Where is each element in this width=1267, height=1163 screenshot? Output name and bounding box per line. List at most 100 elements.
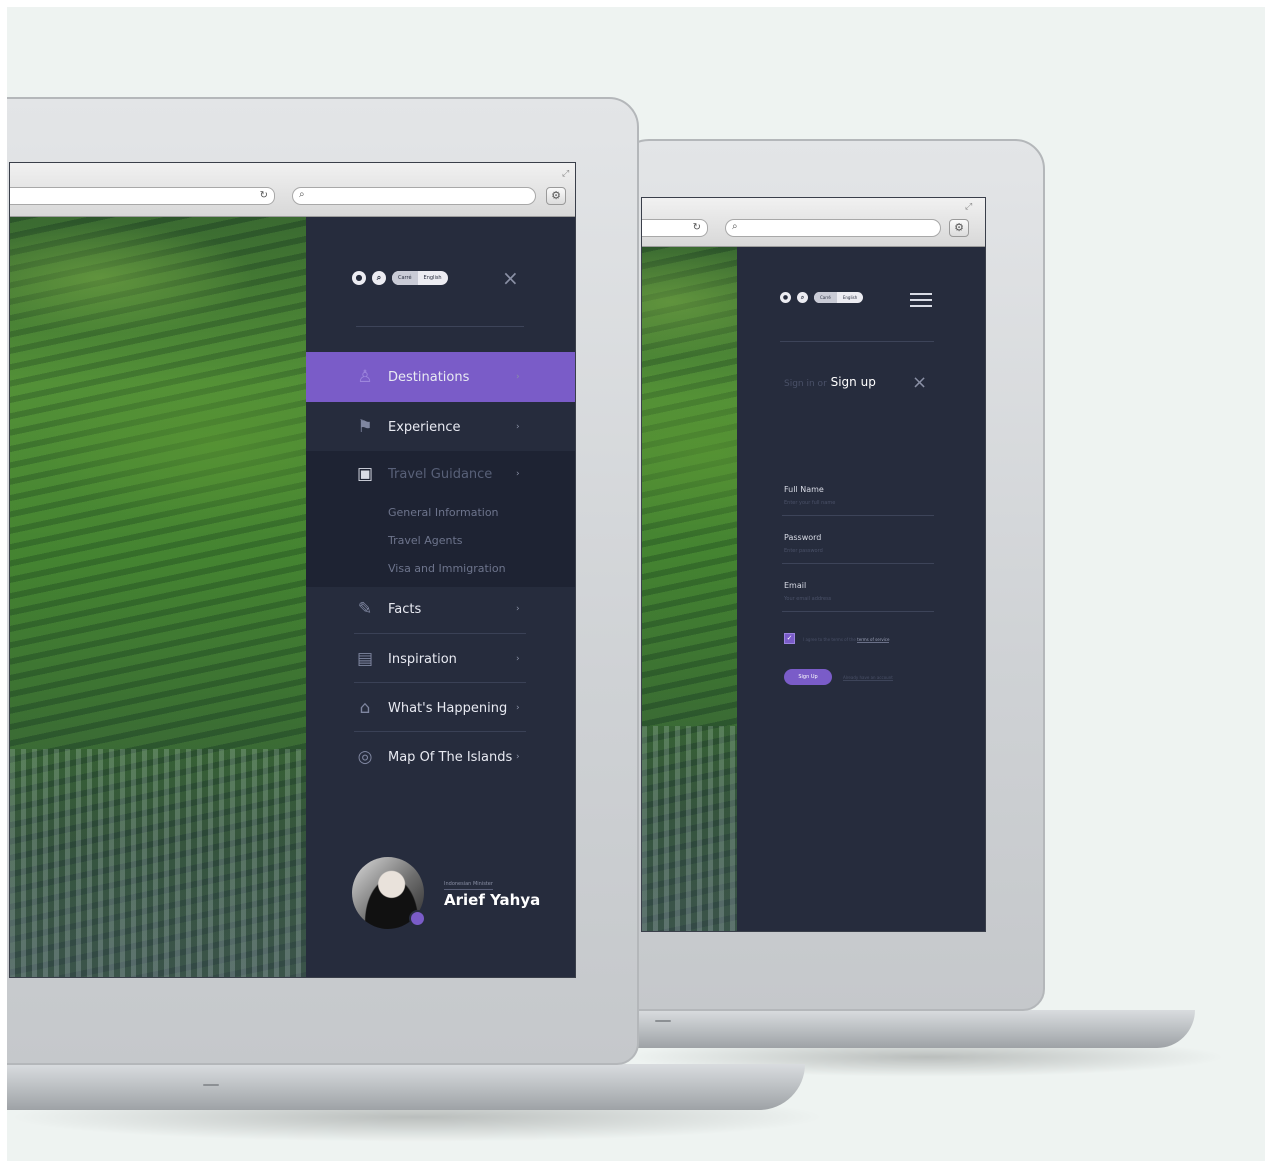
back-base-notch (655, 1020, 671, 1022)
browser-toolbar: ↻ ⌕ ⚙ ⤢ (10, 163, 575, 217)
menu-separator (354, 633, 526, 634)
search-icon[interactable]: ⌕ (797, 292, 808, 303)
toolbar-divider (780, 341, 934, 342)
address-bar[interactable]: ↻ (10, 187, 275, 205)
menu-item-label: Travel Guidance (388, 466, 493, 482)
navigation-panel: ● ⌕ Carré English × ♙ Destinations › ⚑ E… (306, 217, 575, 977)
search-icon: ⌕ (299, 189, 305, 200)
email-label: Email (784, 581, 807, 590)
terms-link[interactable]: terms of service (857, 637, 890, 643)
person-icon: ♙ (357, 367, 373, 387)
chevron-right-icon: › (516, 703, 520, 713)
close-icon[interactable]: × (912, 373, 927, 393)
menu-separator (354, 682, 526, 683)
menu-item-facts[interactable]: ✎ Facts › (306, 585, 575, 633)
lang-option-a[interactable]: Carré (814, 292, 837, 303)
back-laptop-base (635, 1010, 1195, 1048)
menu-item-inspiration[interactable]: ▤ Inspiration › (306, 635, 575, 683)
terms-text-body: I agree to the terms of the (803, 637, 856, 642)
lang-option-b[interactable]: English (418, 271, 448, 285)
user-icon[interactable]: ● (352, 271, 366, 285)
submenu-item-travel-agents[interactable]: Travel Agents (388, 534, 463, 547)
menu-item-destinations[interactable]: ♙ Destinations › (306, 352, 575, 402)
toolbar-divider (356, 326, 524, 327)
search-icon: ⌕ (732, 221, 738, 232)
menu-item-label: Facts (388, 601, 422, 617)
reload-icon[interactable]: ↻ (693, 222, 701, 233)
language-toggle[interactable]: Carré English (392, 271, 448, 285)
lang-option-b[interactable]: English (837, 292, 863, 303)
browser-toolbar: ↻ ⌕ ⚙ ⤢ (642, 198, 985, 247)
map-pin-icon: ⚑ (357, 417, 373, 437)
email-field[interactable]: Your email address (784, 596, 831, 602)
panel-toolbar: ● ⌕ Carré English (352, 271, 448, 285)
chevron-right-icon: › (516, 604, 520, 614)
menu-separator (354, 731, 526, 732)
lang-option-a[interactable]: Carré (392, 271, 418, 285)
fullscreen-icon[interactable]: ⤢ (965, 202, 972, 212)
menu-item-whats-happening[interactable]: ⌂ What's Happening › (306, 684, 575, 732)
mockup-stage: ↻ ⌕ ⚙ ⤢ ● ⌕ Carré English Sign in or Sig… (7, 7, 1265, 1161)
submenu-item-visa-immigration[interactable]: Visa and Immigration (388, 562, 506, 575)
fullscreen-icon[interactable]: ⤢ (562, 169, 569, 179)
front-base-notch (203, 1084, 219, 1086)
chevron-right-icon: › (516, 372, 520, 382)
signup-button[interactable]: Sign Up (784, 669, 832, 685)
menu-item-label: What's Happening (388, 700, 508, 716)
terms-text: I agree to the terms of the terms of ser… (803, 637, 890, 643)
sign-switch: Sign in or Sign up (784, 375, 876, 389)
status-dot (409, 910, 426, 927)
gear-icon[interactable]: ⚙ (546, 187, 566, 205)
search-icon[interactable]: ⌕ (372, 271, 386, 285)
front-laptop-screen: ↻ ⌕ ⚙ ⤢ ● ⌕ Carré English × ♙ Destinatio… (9, 162, 576, 978)
menu-item-experience[interactable]: ⚑ Experience › (306, 403, 575, 451)
signup-panel: ● ⌕ Carré English Sign in or Sign up × F… (737, 247, 985, 931)
reload-icon[interactable]: ↻ (260, 190, 268, 201)
gear-icon[interactable]: ⚙ (949, 219, 969, 237)
menu-item-label: Experience (388, 419, 461, 435)
hamburger-icon[interactable] (910, 293, 932, 307)
notepad-icon: ✎ (357, 599, 373, 619)
sign-in-link[interactable]: Sign in or (784, 379, 827, 389)
hero-landscape-image (642, 247, 737, 931)
menu-item-label: Map Of The Islands (388, 749, 513, 765)
front-laptop: ↻ ⌕ ⚙ ⤢ ● ⌕ Carré English × ♙ Destinatio… (7, 97, 639, 1065)
village-scene (642, 725, 737, 931)
front-laptop-base (7, 1064, 805, 1110)
menu-item-label: Inspiration (388, 651, 457, 667)
profile-tag: Indonesian Minister (444, 881, 493, 890)
back-laptop-screen: ↻ ⌕ ⚙ ⤢ ● ⌕ Carré English Sign in or Sig… (641, 197, 986, 932)
login-link[interactable]: Already have an account (843, 675, 893, 681)
chevron-right-icon: › (516, 469, 520, 479)
terms-checkbox[interactable]: ✓ (784, 633, 795, 644)
chevron-right-icon: › (516, 422, 520, 432)
browser-search-field[interactable]: ⌕ (292, 187, 536, 205)
password-label: Password (784, 533, 822, 542)
panel-toolbar: ● ⌕ Carré English (780, 292, 864, 303)
submenu-item-general-information[interactable]: General Information (388, 506, 499, 519)
chevron-right-icon: › (516, 654, 520, 664)
village-scene (10, 749, 306, 977)
close-icon[interactable]: × (502, 268, 519, 288)
menu-item-map-of-the-islands[interactable]: ◎ Map Of The Islands › (306, 733, 575, 781)
location-icon: ◎ (357, 747, 373, 767)
menu-item-travel-guidance[interactable]: ▣ Travel Guidance › (306, 451, 575, 497)
back-laptop: ↻ ⌕ ⚙ ⤢ ● ⌕ Carré English Sign in or Sig… (617, 139, 1045, 1011)
menu-item-label: Destinations (388, 369, 470, 385)
sign-up-heading[interactable]: Sign up (831, 375, 876, 389)
hero-landscape-image (10, 217, 306, 977)
browser-search-field[interactable]: ⌕ (725, 219, 941, 237)
wallet-icon: ▣ (356, 464, 374, 484)
address-bar[interactable]: ↻ (642, 219, 708, 237)
language-toggle[interactable]: Carré English (814, 292, 864, 303)
password-underline (782, 563, 934, 564)
fullname-field[interactable]: Enter your full name (784, 500, 835, 506)
book-icon: ▤ (356, 649, 374, 669)
email-underline (782, 611, 934, 612)
travel-guidance-submenu: General Information Travel Agents Visa a… (306, 497, 575, 587)
password-field[interactable]: Enter password (784, 548, 823, 554)
fullname-underline (782, 515, 934, 516)
profile-name: Arief Yahya (444, 891, 541, 909)
fullname-label: Full Name (784, 485, 824, 494)
user-icon[interactable]: ● (780, 292, 791, 303)
